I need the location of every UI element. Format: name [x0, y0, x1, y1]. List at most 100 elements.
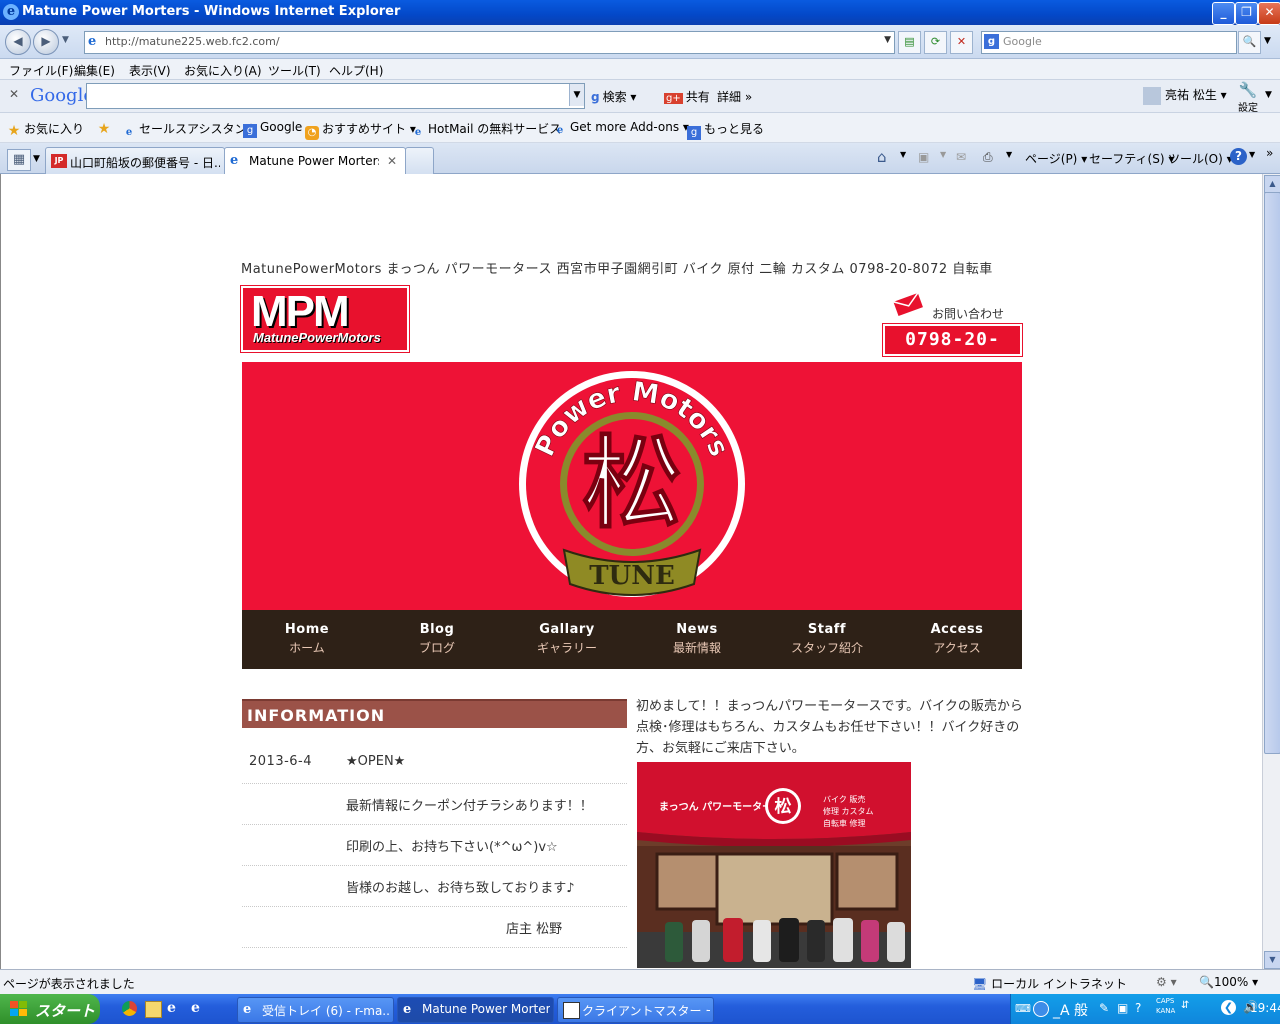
ie-quicklaunch-icon[interactable]: e: [191, 1000, 200, 1016]
protected-mode-icon[interactable]: ⚙ ▾: [1156, 975, 1177, 989]
search-icon[interactable]: 🔍: [1238, 31, 1261, 54]
more-button[interactable]: 詳細 »: [717, 88, 752, 105]
google-g-icon: g: [591, 90, 600, 104]
taskbar-item-matune[interactable]: e Matune Power Morter...: [397, 997, 554, 1023]
contact-label[interactable]: お問い合わせ: [932, 305, 1004, 322]
fav-item-google[interactable]: g Google: [243, 120, 302, 138]
settings-dropdown-icon[interactable]: ▼: [1265, 90, 1272, 100]
menu-help[interactable]: ヘルプ(H): [329, 62, 383, 79]
ime-dictionary-icon[interactable]: ▣: [1117, 1001, 1128, 1015]
ie-page-icon: e: [556, 125, 564, 136]
print-icon[interactable]: ⎙: [983, 150, 993, 165]
add-favorite-button[interactable]: ★: [97, 120, 114, 136]
nav-gallery[interactable]: Gallary ギャラリー: [502, 622, 632, 656]
quick-tabs-icon[interactable]: ▦: [7, 149, 31, 171]
refresh-icon[interactable]: ⟳: [924, 31, 947, 54]
home-icon[interactable]: ⌂: [877, 148, 887, 166]
feeds-icon[interactable]: ▣: [918, 150, 929, 164]
start-button[interactable]: スタート: [0, 994, 100, 1024]
app-icon: [563, 1002, 580, 1019]
help-dropdown-icon[interactable]: ▼: [1249, 150, 1255, 159]
search-options-dropdown-icon[interactable]: ▼: [1264, 36, 1271, 46]
post-favicon-icon: JP: [51, 154, 67, 168]
account-button[interactable]: 亮祐 松生 ▾: [1143, 86, 1227, 105]
clock[interactable]: 19:44: [1250, 1001, 1280, 1015]
scroll-thumb[interactable]: [1264, 192, 1280, 754]
favorites-button[interactable]: ★ お気に入り: [7, 120, 84, 138]
stop-icon[interactable]: ✕: [950, 31, 973, 54]
ime-mode-indicator[interactable]: _A 般: [1053, 1000, 1088, 1020]
menu-edit[interactable]: 編集(E): [74, 62, 115, 79]
history-dropdown-icon[interactable]: ▼: [62, 35, 69, 45]
scroll-down-icon[interactable]: ▼: [1264, 951, 1280, 969]
new-tab-button[interactable]: [405, 147, 434, 174]
search-input[interactable]: g Google: [981, 31, 1237, 54]
fav-item-recommended-sites[interactable]: ◔ おすすめサイト ▾: [305, 120, 416, 140]
tools-menu-button[interactable]: ツール(O) ▾: [1168, 150, 1233, 167]
menu-favorites[interactable]: お気に入り(A): [184, 62, 262, 79]
taskbar-item-client-master[interactable]: クライアントマスター ー ...: [557, 997, 714, 1023]
keyboard-icon[interactable]: ⌨: [1015, 1002, 1031, 1015]
address-dropdown-icon[interactable]: ▼: [884, 35, 891, 45]
chevron-down-icon[interactable]: ▼: [569, 84, 584, 106]
shop-photo: まっつん パワーモータース 松 バイク 販売 修理 カスタム 自転車 修理: [637, 762, 911, 968]
menu-view[interactable]: 表示(V): [129, 62, 171, 79]
ie-page-icon: e: [403, 1002, 412, 1017]
folder-icon[interactable]: [145, 1001, 162, 1018]
vertical-scrollbar[interactable]: ▲ ▼: [1262, 174, 1280, 969]
share-button[interactable]: g+ 共有: [664, 88, 710, 105]
nav-staff[interactable]: Staff スタッフ紹介: [762, 622, 892, 656]
mail-icon[interactable]: ✉: [956, 150, 966, 164]
ime-globe-icon[interactable]: [1033, 1001, 1049, 1017]
ime-tools-icon[interactable]: ✎: [1099, 1001, 1109, 1015]
menu-tools[interactable]: ツール(T): [268, 62, 321, 79]
help-icon[interactable]: ?: [1230, 148, 1247, 165]
tab-postal-code[interactable]: JP 山口町船坂の郵便番号 - 日...: [45, 147, 225, 174]
nav-blog[interactable]: Blog ブログ: [372, 622, 502, 656]
google-search-button[interactable]: g 検索 ▾: [591, 88, 636, 105]
ie-quicklaunch-icon[interactable]: e: [167, 1000, 176, 1016]
close-tab-icon[interactable]: ✕: [387, 154, 397, 168]
nav-news[interactable]: News 最新情報: [632, 622, 762, 656]
fav-item-hotmail[interactable]: e HotMail の無料サービス: [411, 120, 561, 140]
menu-file[interactable]: ファイル(F): [9, 62, 73, 79]
feeds-dropdown-icon[interactable]: ▼: [940, 150, 946, 159]
mpm-logo[interactable]: MPM MatunePowerMotors: [240, 285, 410, 353]
address-toolbar: ◀ ▶ ▼ e http://matune225.web.fc2.com/ ▼ …: [0, 25, 1280, 59]
home-dropdown-icon[interactable]: ▼: [900, 150, 906, 159]
tab-list-dropdown-icon[interactable]: ▼: [33, 154, 40, 164]
back-button[interactable]: ◀: [5, 29, 31, 55]
taskbar-item-inbox[interactable]: e 受信トレイ (6) - r-ma...: [237, 997, 394, 1023]
fav-item-get-addons[interactable]: e Get more Add-ons ▾: [553, 120, 689, 138]
page-menu-button[interactable]: ページ(P) ▾: [1025, 150, 1087, 167]
envelope-icon[interactable]: [891, 292, 925, 316]
tray-options-icon[interactable]: ⇵: [1181, 1000, 1189, 1011]
intranet-icon: 🖥: [972, 977, 988, 991]
menu-bar: ファイル(F) 編集(E) 表示(V) お気に入り(A) ツール(T) ヘルプ(…: [0, 59, 1280, 80]
restore-button[interactable]: ❐: [1235, 2, 1258, 25]
window-title-bar[interactable]: e Matune Power Morters - Windows Interne…: [0, 0, 1280, 25]
tab-matune-power-morters[interactable]: e Matune Power Morters ✕: [224, 147, 406, 175]
minimize-button[interactable]: _: [1212, 2, 1235, 25]
close-window-button[interactable]: ✕: [1258, 2, 1280, 25]
settings-button[interactable]: 🔧 設定: [1238, 81, 1258, 114]
chrome-icon[interactable]: [122, 1001, 137, 1016]
address-field[interactable]: e http://matune225.web.fc2.com/ ▼: [84, 31, 895, 54]
nav-home[interactable]: Home ホーム: [242, 622, 372, 656]
tray-expand-icon[interactable]: ❮: [1221, 1000, 1236, 1015]
zone-indicator[interactable]: 🖥 ローカル イントラネット: [972, 975, 1127, 992]
nav-access[interactable]: Access アクセス: [892, 622, 1022, 656]
compatibility-view-icon[interactable]: ▤: [898, 31, 921, 54]
scroll-up-icon[interactable]: ▲: [1264, 175, 1280, 193]
ie-page-icon: e: [230, 153, 239, 168]
print-dropdown-icon[interactable]: ▼: [1006, 150, 1012, 159]
ime-help-icon[interactable]: ?: [1135, 1001, 1141, 1015]
forward-button[interactable]: ▶: [33, 29, 59, 55]
google-toolbar-search-input[interactable]: ▼: [86, 83, 585, 109]
zoom-control[interactable]: 🔍100% ▾: [1199, 975, 1258, 989]
fav-item-sales-assistant[interactable]: e セールスアシスタント: [122, 120, 259, 140]
fav-item-see-more[interactable]: g もっと見る: [687, 120, 764, 140]
safety-menu-button[interactable]: セーフティ(S) ▾: [1089, 150, 1174, 167]
close-toolbar-icon[interactable]: ✕: [9, 87, 19, 101]
toolbar-overflow-icon[interactable]: »: [1266, 146, 1273, 160]
